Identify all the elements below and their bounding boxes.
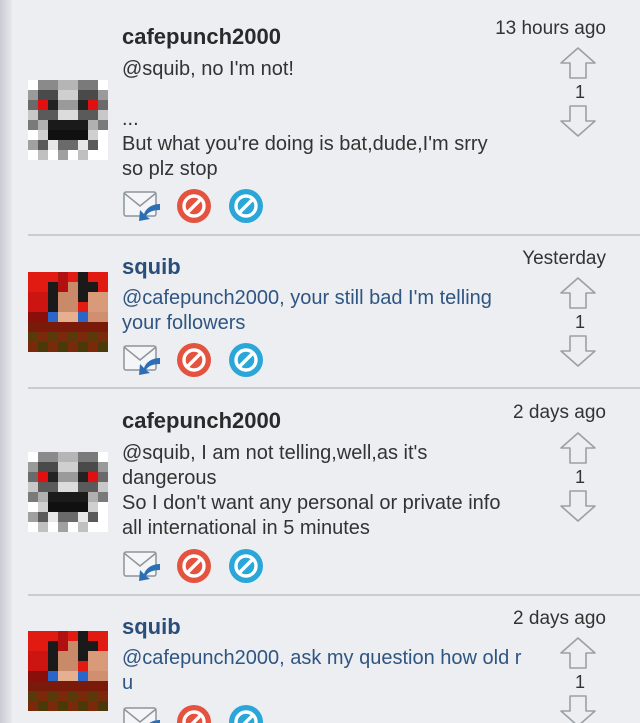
comment-text: @squib, no I'm not! ... But what you're … [122, 58, 488, 180]
red-face-avatar-icon [28, 631, 108, 711]
downvote-arrow-icon[interactable] [558, 489, 598, 523]
timestamp: 13 hours ago [495, 18, 606, 39]
downvote-arrow-icon[interactable] [558, 334, 598, 368]
ignore-icon[interactable] [228, 342, 264, 378]
block-icon[interactable] [176, 704, 212, 723]
vote-count: 1 [574, 672, 585, 692]
vote-control: 1 [558, 276, 602, 368]
comment-text: @cafepunch2000, ask my question how old … [122, 647, 522, 694]
downvote-arrow-icon[interactable] [558, 104, 598, 138]
timestamp: Yesterday [522, 248, 606, 269]
reply-icon[interactable] [122, 704, 162, 723]
comment-item: squib Yesterday @cafepunch2000, your sti… [0, 236, 640, 388]
ignore-icon[interactable] [228, 548, 264, 584]
reply-icon[interactable] [122, 342, 162, 378]
ignore-icon[interactable] [228, 188, 264, 224]
upvote-arrow-icon[interactable] [558, 431, 598, 465]
avatar[interactable] [28, 80, 108, 160]
comment-text: @squib, I am not telling,well,as it's da… [122, 442, 501, 539]
block-icon[interactable] [176, 548, 212, 584]
vote-control: 1 [558, 46, 602, 138]
avatar[interactable] [28, 452, 108, 532]
vote-count: 1 [574, 312, 585, 332]
username[interactable]: squib [122, 614, 181, 640]
username[interactable]: squib [122, 254, 181, 280]
comment-text: @cafepunch2000, your still bad I'm telli… [122, 287, 492, 334]
comment-item: cafepunch2000 13 hours ago @squib, no I'… [0, 0, 640, 236]
avatar[interactable] [28, 272, 108, 352]
block-icon[interactable] [176, 342, 212, 378]
block-icon[interactable] [176, 188, 212, 224]
vote-control: 1 [558, 431, 602, 523]
timestamp: 2 days ago [513, 402, 606, 423]
username[interactable]: cafepunch2000 [122, 408, 281, 434]
upvote-arrow-icon[interactable] [558, 636, 598, 670]
reply-icon[interactable] [122, 548, 162, 584]
comment-item: squib 2 days ago @cafepunch2000, ask my … [0, 596, 640, 723]
reply-icon[interactable] [122, 188, 162, 224]
vote-control: 1 [558, 636, 602, 723]
vote-count: 1 [574, 467, 585, 487]
comment-feed[interactable]: cafepunch2000 13 hours ago @squib, no I'… [0, 0, 640, 723]
downvote-arrow-icon[interactable] [558, 694, 598, 723]
red-face-avatar-icon [28, 272, 108, 352]
upvote-arrow-icon[interactable] [558, 46, 598, 80]
ignore-icon[interactable] [228, 704, 264, 723]
timestamp: 2 days ago [513, 608, 606, 629]
skull-avatar-icon [28, 452, 108, 532]
upvote-arrow-icon[interactable] [558, 276, 598, 310]
skull-avatar-icon [28, 80, 108, 160]
comment-item: cafepunch2000 2 days ago @squib, I am no… [0, 389, 640, 595]
vote-count: 1 [574, 82, 585, 102]
username[interactable]: cafepunch2000 [122, 24, 281, 50]
avatar[interactable] [28, 631, 108, 711]
